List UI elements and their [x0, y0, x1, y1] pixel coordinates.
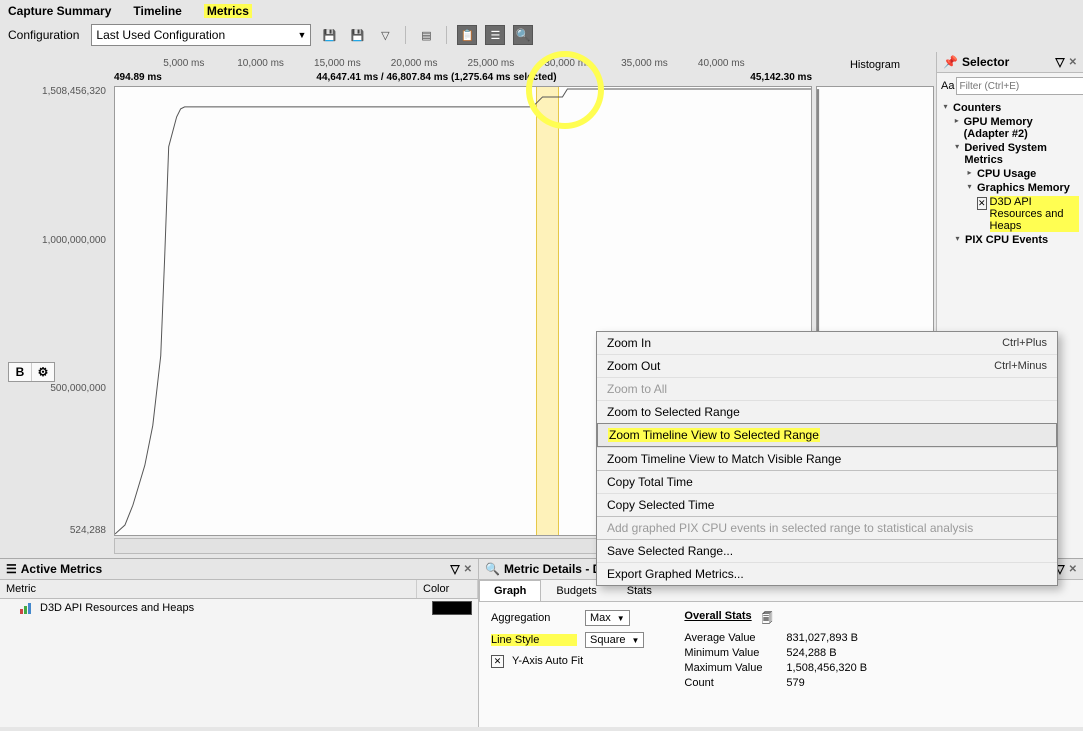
copy-stats-icon[interactable]: 🗐 — [762, 610, 773, 629]
subtab-graph[interactable]: Graph — [479, 580, 541, 601]
search-icon[interactable]: 🔍 — [513, 25, 533, 45]
column-metric[interactable]: Metric — [0, 580, 417, 598]
context-menu: Zoom InCtrl+Plus Zoom OutCtrl+Minus Zoom… — [596, 331, 1058, 586]
checkbox-checked-icon[interactable]: ✕ — [977, 197, 987, 210]
clipboard-icon[interactable]: 📋 — [457, 25, 477, 45]
line-style-combo[interactable]: Square▼ — [585, 632, 644, 648]
ctx-copy-total-time[interactable]: Copy Total Time — [597, 470, 1057, 493]
tab-capture-summary[interactable]: Capture Summary — [8, 4, 111, 18]
selector-title: Selector — [962, 55, 1009, 69]
yaxis-autofit-checkbox[interactable]: ✕ — [491, 655, 504, 668]
range-readout: 494.89 ms 44,647.41 ms / 46,807.84 ms (1… — [114, 72, 812, 83]
tab-timeline[interactable]: Timeline — [133, 4, 181, 18]
active-metric-row[interactable]: D3D API Resources and Heaps — [0, 599, 478, 617]
close-icon[interactable]: ✕ — [1069, 57, 1077, 68]
stat-avg-value: 831,027,893 B — [786, 632, 858, 644]
ctx-zoom-timeline-to-selected[interactable]: Zoom Timeline View to Selected Range — [597, 423, 1057, 447]
stat-count-label: Count — [684, 677, 776, 689]
ctx-copy-selected-time[interactable]: Copy Selected Time — [597, 493, 1057, 516]
notes-icon[interactable]: ▤ — [416, 25, 436, 45]
yaxis-autofit-label: Y-Axis Auto Fit — [512, 655, 583, 667]
line-style-label: Line Style — [491, 634, 577, 646]
separator — [446, 26, 447, 44]
tree-d3d-api[interactable]: D3D API Resources and Heaps — [990, 196, 1079, 232]
ctx-save-selected-range[interactable]: Save Selected Range... — [597, 539, 1057, 562]
active-metric-name: D3D API Resources and Heaps — [40, 602, 194, 614]
chevron-down-icon: ▼ — [297, 30, 306, 40]
dropdown-icon[interactable]: ▽ — [375, 25, 395, 45]
ctx-add-statistical: Add graphed PIX CPU events in selected r… — [597, 516, 1057, 539]
expand-icon[interactable]: ▽ — [450, 562, 459, 576]
pin-icon[interactable]: 📌 — [943, 55, 958, 69]
tree-pix-events[interactable]: PIX CPU Events — [965, 234, 1048, 246]
save-as-icon[interactable]: 💾 — [347, 25, 367, 45]
stat-min-label: Minimum Value — [684, 647, 776, 659]
aggregation-combo[interactable]: Max▼ — [585, 610, 630, 626]
histogram-title: Histogram — [817, 59, 933, 71]
active-metrics-panel: ☰ Active Metrics ▽ ✕ Metric Color D3D AP… — [0, 559, 479, 727]
close-icon[interactable]: ✕ — [1069, 564, 1077, 575]
tree-gpu-memory[interactable]: GPU Memory (Adapter #2) — [964, 116, 1079, 140]
active-metrics-header: Metric Color — [0, 580, 478, 599]
expand-icon[interactable]: ▽ — [1055, 55, 1064, 69]
ctx-zoom-timeline-match[interactable]: Zoom Timeline View to Match Visible Rang… — [597, 447, 1057, 470]
close-icon[interactable]: ✕ — [464, 564, 472, 575]
tab-metrics[interactable]: Metrics — [204, 4, 252, 18]
overall-stats-header: Overall Stats — [684, 610, 751, 629]
ctx-zoom-out[interactable]: Zoom OutCtrl+Minus — [597, 354, 1057, 377]
tree-graphics-memory[interactable]: Graphics Memory — [977, 182, 1070, 194]
filter-label-icon: Aa — [941, 80, 954, 92]
metric-icon — [20, 602, 34, 614]
configuration-value: Last Used Configuration — [96, 28, 225, 42]
column-color[interactable]: Color — [417, 580, 478, 598]
filter-input[interactable] — [956, 77, 1083, 95]
list-icon[interactable]: ☰ — [485, 25, 505, 45]
ctx-zoom-to-selected[interactable]: Zoom to Selected Range — [597, 400, 1057, 423]
color-swatch[interactable] — [432, 601, 472, 615]
save-icon[interactable]: 💾 — [319, 25, 339, 45]
separator — [405, 26, 406, 44]
search-icon: 🔍 — [485, 562, 500, 576]
stat-max-label: Maximum Value — [684, 662, 776, 674]
ctx-export-graphed-metrics[interactable]: Export Graphed Metrics... — [597, 562, 1057, 585]
aggregation-label: Aggregation — [491, 612, 577, 624]
configuration-combo[interactable]: Last Used Configuration ▼ — [91, 24, 311, 46]
list-icon: ☰ — [6, 562, 17, 576]
y-axis: 1,508,456,320 1,000,000,000 500,000,000 … — [0, 86, 110, 536]
budgets-toggle-button[interactable]: B — [9, 363, 32, 381]
ctx-zoom-in[interactable]: Zoom InCtrl+Plus — [597, 332, 1057, 354]
stat-max-value: 1,508,456,320 B — [786, 662, 867, 674]
tree-cpu-usage[interactable]: CPU Usage — [977, 168, 1036, 180]
stat-min-value: 524,288 B — [786, 647, 836, 659]
configuration-label: Configuration — [8, 28, 79, 42]
stat-count-value: 579 — [786, 677, 804, 689]
stat-avg-label: Average Value — [684, 632, 776, 644]
settings-button[interactable]: ⚙ — [32, 363, 54, 381]
tree-counters[interactable]: Counters — [953, 102, 1001, 114]
active-metrics-title: Active Metrics — [21, 562, 102, 576]
ctx-zoom-to-all: Zoom to All — [597, 377, 1057, 400]
tree-derived[interactable]: Derived System Metrics — [964, 142, 1079, 166]
